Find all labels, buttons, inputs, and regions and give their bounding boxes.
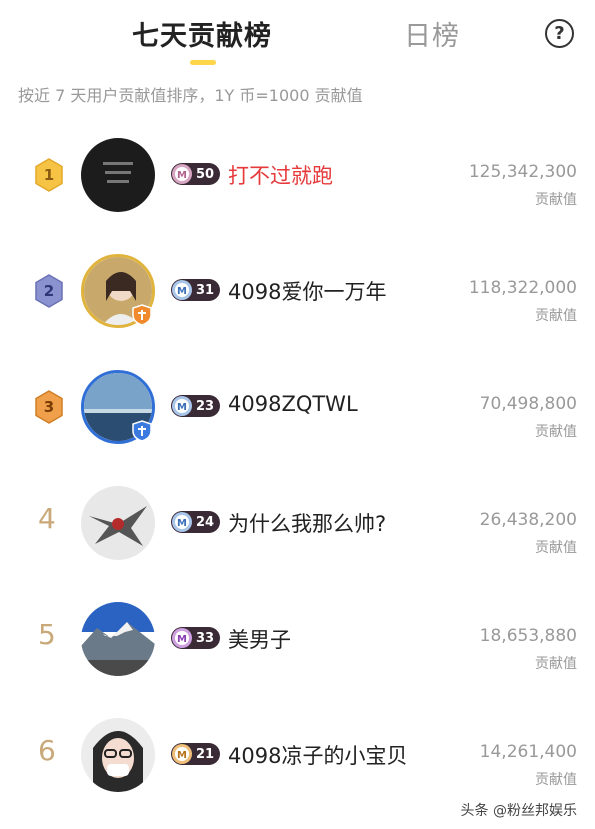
user-name[interactable]: 打不过就跑 bbox=[228, 160, 333, 190]
rank-number: 1 bbox=[43, 166, 55, 184]
medal-m-icon: M bbox=[172, 744, 192, 764]
user-name[interactable]: 4098ZQTWL bbox=[228, 392, 358, 416]
contribution-value: 125,342,300 bbox=[468, 162, 577, 182]
level-badge: M 21 bbox=[171, 743, 221, 765]
help-icon[interactable]: ? bbox=[545, 19, 574, 48]
rank-gold-icon: 1 bbox=[34, 158, 64, 192]
level-number: 31 bbox=[196, 282, 215, 298]
contribution-label: 贡献值 bbox=[535, 192, 577, 208]
contribution-label: 贡献值 bbox=[535, 308, 577, 324]
avatar[interactable] bbox=[81, 138, 155, 212]
medal-m-icon: M bbox=[172, 396, 192, 416]
svg-text:M: M bbox=[177, 286, 187, 297]
svg-text:M: M bbox=[177, 750, 187, 761]
rank-silver-icon: 2 bbox=[34, 274, 64, 308]
level-badge: M 23 bbox=[171, 395, 221, 417]
user-name[interactable]: 为什么我那么帅? bbox=[228, 508, 386, 538]
rank-number: 2 bbox=[43, 282, 55, 300]
user-name[interactable]: 4098凉子的小宝贝 bbox=[228, 740, 407, 770]
contribution-label: 贡献值 bbox=[535, 424, 577, 440]
list-item[interactable]: 3 M 23 4098ZQTWL 70,498,800 贡献值 bbox=[0, 368, 595, 448]
shield-guard-icon bbox=[131, 420, 153, 442]
contribution-value: 26,438,200 bbox=[479, 510, 577, 530]
level-number: 50 bbox=[196, 166, 215, 182]
contribution-value: 18,653,880 bbox=[479, 626, 577, 646]
contribution-label: 贡献值 bbox=[535, 540, 577, 556]
medal-m-icon: M bbox=[172, 512, 192, 532]
user-name[interactable]: 4098爱你一万年 bbox=[228, 276, 386, 306]
tab-seven-day[interactable]: 七天贡献榜 bbox=[132, 14, 272, 53]
svg-text:M: M bbox=[177, 518, 187, 529]
ranking-description: 按近 7 天用户贡献值排序，1Y 币=1000 贡献值 bbox=[18, 86, 363, 105]
level-badge: M 31 bbox=[171, 279, 221, 301]
level-number: 24 bbox=[196, 514, 215, 530]
avatar[interactable] bbox=[81, 602, 155, 676]
level-number: 23 bbox=[196, 398, 215, 414]
rank-number: 3 bbox=[43, 398, 55, 416]
shield-guard-icon bbox=[131, 304, 153, 326]
list-item[interactable]: 5 M 33 美男子 18,653,880 贡献值 bbox=[0, 600, 595, 680]
level-number: 33 bbox=[196, 630, 215, 646]
list-item[interactable]: 2 M 31 4098爱你一万年 118,322,000 贡献值 bbox=[0, 252, 595, 332]
watermark: 头条 @粉丝邦娱乐 bbox=[460, 803, 577, 819]
medal-m-icon: M bbox=[172, 164, 192, 184]
tab-active-indicator bbox=[190, 60, 216, 65]
contribution-value: 70,498,800 bbox=[479, 394, 577, 414]
svg-text:M: M bbox=[177, 634, 187, 645]
rank-number: 5 bbox=[38, 618, 56, 651]
contribution-label: 贡献值 bbox=[535, 772, 577, 788]
list-item[interactable]: 4 M 24 为什么我那么帅? 26,438,200 贡献值 bbox=[0, 484, 595, 564]
header-tabs: 七天贡献榜 日榜 ? bbox=[0, 0, 595, 72]
avatar[interactable] bbox=[81, 718, 155, 792]
rank-number: 6 bbox=[38, 734, 56, 767]
rank-number: 4 bbox=[38, 502, 56, 535]
medal-m-icon: M bbox=[172, 628, 192, 648]
list-item[interactable]: 6 M 21 4098凉子的小宝贝 14,261,400 贡献值 bbox=[0, 716, 595, 796]
contribution-value: 118,322,000 bbox=[468, 278, 577, 298]
tab-daily[interactable]: 日榜 bbox=[404, 14, 460, 53]
svg-text:M: M bbox=[177, 402, 187, 413]
avatar[interactable] bbox=[81, 486, 155, 560]
contribution-label: 贡献值 bbox=[535, 656, 577, 672]
level-badge: M 50 bbox=[171, 163, 221, 185]
rank-bronze-icon: 3 bbox=[34, 390, 64, 424]
level-number: 21 bbox=[196, 746, 215, 762]
svg-text:M: M bbox=[177, 170, 187, 181]
user-name[interactable]: 美男子 bbox=[228, 624, 291, 654]
list-item[interactable]: 1 M 50 打不过就跑 125,342,300 贡献值 bbox=[0, 136, 595, 216]
level-badge: M 33 bbox=[171, 627, 221, 649]
contribution-value: 14,261,400 bbox=[479, 742, 577, 762]
help-icon-glyph: ? bbox=[554, 23, 565, 44]
medal-m-icon: M bbox=[172, 280, 192, 300]
level-badge: M 24 bbox=[171, 511, 221, 533]
